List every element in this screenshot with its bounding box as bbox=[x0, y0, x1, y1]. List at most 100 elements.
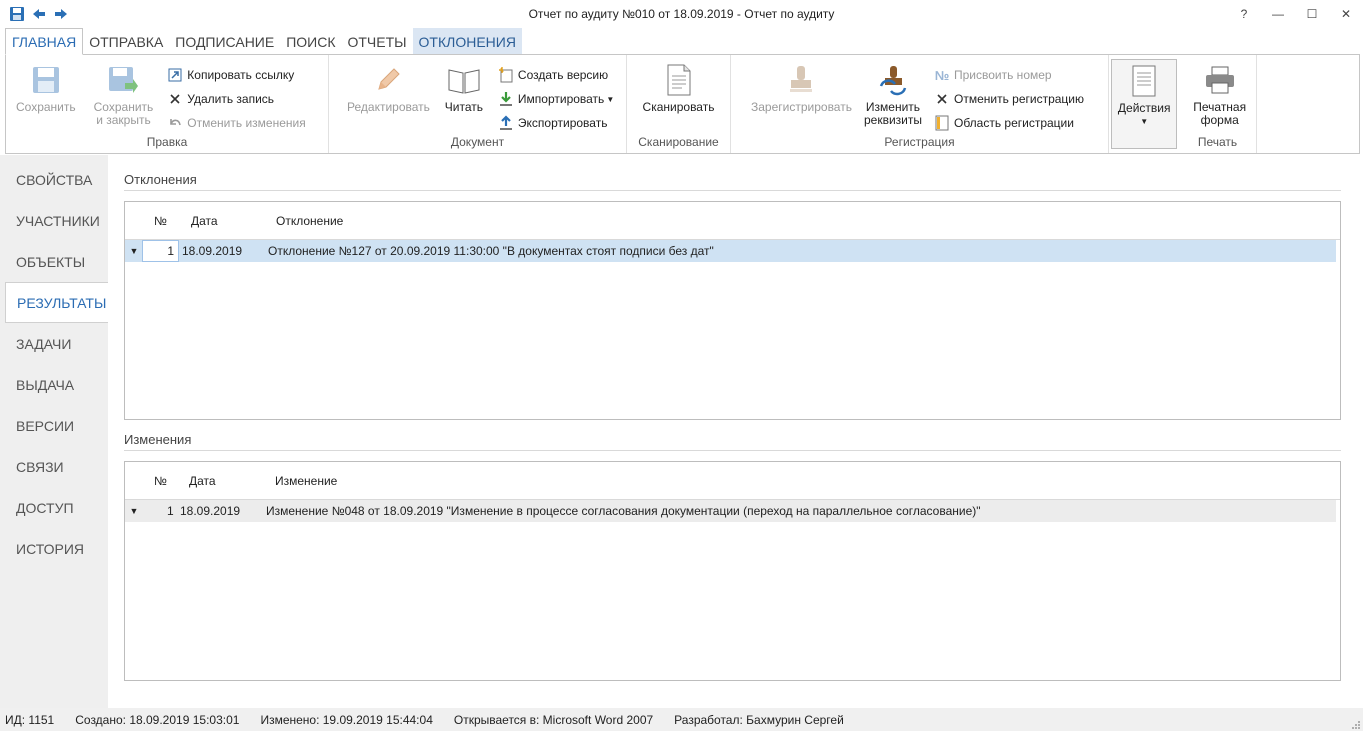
change-details-button[interactable]: Изменить реквизиты bbox=[858, 59, 928, 127]
col-date[interactable]: Дата bbox=[191, 214, 218, 228]
tab-search[interactable]: ПОИСК bbox=[280, 28, 341, 55]
link-icon bbox=[167, 67, 183, 83]
cancel-icon bbox=[934, 91, 950, 107]
status-bar: ИД: 1151 Создано: 18.09.2019 15:03:01 Из… bbox=[0, 708, 1363, 731]
assign-number-button[interactable]: № Присвоить номер bbox=[934, 65, 1084, 85]
close-button[interactable]: ✕ bbox=[1329, 0, 1363, 28]
registration-group: Зарегистрировать Изменить реквизиты № Пр… bbox=[731, 55, 1109, 153]
changes-grid-header: № Дата Изменение bbox=[125, 462, 1340, 500]
register-button[interactable]: Зарегистрировать bbox=[745, 59, 858, 114]
export-button[interactable]: Экспортировать bbox=[498, 113, 614, 133]
window-title: Отчет по аудиту №010 от 18.09.2019 - Отч… bbox=[528, 7, 835, 21]
create-version-button[interactable]: Создать версию bbox=[498, 65, 614, 85]
import-button[interactable]: Импортировать ▼ bbox=[498, 89, 614, 109]
nav-access[interactable]: ДОСТУП bbox=[0, 487, 108, 528]
resize-grip-icon[interactable] bbox=[1351, 719, 1361, 729]
deviations-title: Отклонения bbox=[124, 172, 197, 187]
deviations-divider bbox=[124, 190, 1341, 191]
import-dropdown-icon[interactable]: ▼ bbox=[606, 95, 614, 104]
main-content: Отклонения № Дата Отклонение ▼ 1 18.09.2… bbox=[108, 155, 1363, 708]
status-created: Создано: 18.09.2019 15:03:01 bbox=[75, 712, 240, 727]
deviations-grid-header: № Дата Отклонение bbox=[125, 202, 1340, 240]
deviations-grid[interactable]: № Дата Отклонение ▼ 1 18.09.2019 Отклоне… bbox=[124, 201, 1341, 420]
nav-versions[interactable]: ВЕРСИИ bbox=[0, 405, 108, 446]
row-num[interactable]: 1 bbox=[142, 240, 179, 262]
forward-arrow-icon[interactable] bbox=[52, 5, 70, 23]
nav-links[interactable]: СВЯЗИ bbox=[0, 446, 108, 487]
book-icon bbox=[446, 63, 482, 97]
actions-button[interactable]: Действия ▼ bbox=[1111, 59, 1178, 149]
nav-issue[interactable]: ВЫДАЧА bbox=[0, 364, 108, 405]
row-date: 18.09.2019 bbox=[182, 244, 243, 258]
stamp-refresh-icon bbox=[875, 63, 911, 97]
scan-document-icon bbox=[661, 63, 697, 97]
tab-deviations[interactable]: ОТКЛОНЕНИЯ bbox=[412, 28, 522, 55]
row-indicator-icon: ▼ bbox=[129, 246, 139, 256]
help-button[interactable]: ? bbox=[1227, 0, 1261, 28]
tab-main[interactable]: ГЛАВНАЯ bbox=[5, 28, 84, 55]
print-form-button[interactable]: Печатная форма bbox=[1187, 59, 1252, 127]
register-label: Зарегистрировать bbox=[751, 100, 852, 114]
create-version-label: Создать версию bbox=[517, 68, 609, 82]
ribbon-tabs: ГЛАВНАЯ ОТПРАВКА ПОДПИСАНИЕ ПОИСК ОТЧЕТЫ… bbox=[0, 28, 1363, 55]
col-deviation[interactable]: Отклонение bbox=[276, 214, 343, 228]
print-group-label: Печать bbox=[1197, 135, 1238, 149]
row-date: 18.09.2019 bbox=[180, 504, 241, 518]
row-deviation: Отклонение №127 от 20.09.2019 11:30:00 "… bbox=[268, 244, 714, 258]
nav-properties[interactable]: СВОЙСТВА bbox=[0, 159, 108, 200]
nav-history[interactable]: ИСТОРИЯ bbox=[0, 528, 108, 569]
save-label: Сохранить bbox=[16, 100, 76, 114]
minimize-button[interactable]: — bbox=[1261, 0, 1295, 28]
back-arrow-icon[interactable] bbox=[30, 5, 48, 23]
document-small-buttons: Создать версию Импортировать ▼ Экспортир… bbox=[498, 59, 614, 133]
stamp-icon bbox=[783, 63, 819, 97]
save-close-button[interactable]: Сохранить и закрыть bbox=[88, 59, 160, 127]
pencil-icon bbox=[370, 63, 406, 97]
scan-group: Сканировать Сканирование bbox=[627, 55, 731, 153]
copy-link-button[interactable]: Копировать ссылку bbox=[167, 65, 305, 85]
changes-grid[interactable]: № Дата Изменение ▼ 1 18.09.2019 Изменени… bbox=[124, 461, 1341, 681]
scan-label: Сканировать bbox=[642, 100, 715, 114]
nav-participants[interactable]: УЧАСТНИКИ bbox=[0, 200, 108, 241]
nav-objects[interactable]: ОБЪЕКТЫ bbox=[0, 241, 108, 282]
import-icon bbox=[498, 91, 514, 107]
read-label: Читать bbox=[444, 100, 484, 114]
cancel-registration-button[interactable]: Отменить регистрацию bbox=[934, 89, 1084, 109]
save-close-icon bbox=[105, 63, 141, 97]
save-close-label-2: и закрыть bbox=[96, 113, 151, 127]
number-sign-icon: № bbox=[934, 67, 950, 83]
document-group: Редактировать Читать Создать версию Импо… bbox=[329, 55, 627, 153]
col-change[interactable]: Изменение bbox=[275, 474, 337, 488]
print-group: Действия ▼ Печатная форма Печать bbox=[1109, 55, 1257, 153]
scan-button[interactable]: Сканировать bbox=[637, 59, 721, 114]
nav-results[interactable]: РЕЗУЛЬТАТЫ bbox=[5, 282, 113, 323]
save-icon[interactable] bbox=[8, 5, 26, 23]
row-indicator-icon: ▼ bbox=[129, 506, 139, 516]
registration-area-icon bbox=[934, 115, 950, 131]
maximize-button[interactable]: ☐ bbox=[1295, 0, 1329, 28]
col-num[interactable]: № bbox=[154, 474, 167, 488]
tab-signing[interactable]: ПОДПИСАНИЕ bbox=[169, 28, 280, 55]
registration-area-button[interactable]: Область регистрации bbox=[934, 113, 1084, 133]
edit-document-button[interactable]: Редактировать bbox=[341, 59, 436, 114]
changes-title: Изменения bbox=[124, 432, 192, 447]
undo-changes-button[interactable]: Отменить изменения bbox=[167, 113, 306, 133]
status-developer: Разработал: Бахмурин Сергей bbox=[674, 712, 844, 727]
print-form-label-2: форма bbox=[1200, 113, 1239, 127]
cancel-registration-label: Отменить регистрацию bbox=[953, 92, 1084, 106]
actions-dropdown-icon: ▼ bbox=[1140, 117, 1149, 126]
col-num[interactable]: № bbox=[154, 214, 167, 228]
changes-divider bbox=[124, 450, 1341, 451]
col-date[interactable]: Дата bbox=[189, 474, 216, 488]
nav-tasks[interactable]: ЗАДАЧИ bbox=[0, 323, 108, 364]
undo-changes-label: Отменить изменения bbox=[187, 116, 306, 130]
save-button[interactable]: Сохранить bbox=[10, 59, 82, 114]
delete-record-button[interactable]: Удалить запись bbox=[167, 89, 305, 109]
table-row[interactable]: ▼ 1 18.09.2019 Отклонение №127 от 20.09.… bbox=[125, 240, 1336, 262]
read-button[interactable]: Читать bbox=[436, 59, 492, 114]
tab-send[interactable]: ОТПРАВКА bbox=[83, 28, 169, 55]
tab-reports[interactable]: ОТЧЕТЫ bbox=[341, 28, 412, 55]
row-change: Изменение №048 от 18.09.2019 "Изменение … bbox=[266, 504, 981, 518]
table-row[interactable]: ▼ 1 18.09.2019 Изменение №048 от 18.09.2… bbox=[125, 500, 1336, 522]
change-details-label-2: реквизиты bbox=[863, 113, 922, 127]
